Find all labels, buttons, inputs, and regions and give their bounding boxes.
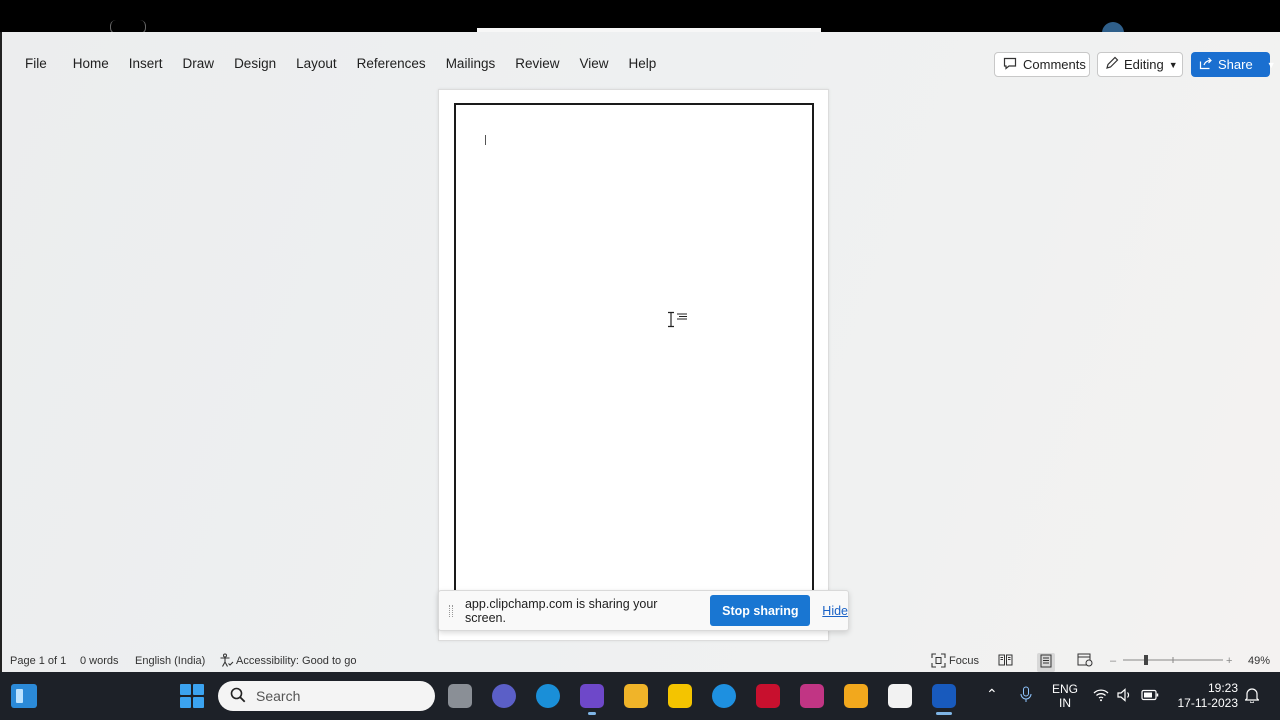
mcafee-icon[interactable]	[756, 684, 780, 708]
read-mode-icon[interactable]	[998, 653, 1013, 670]
status-bar: Page 1 of 1 0 words English (India) Acce…	[2, 650, 1280, 672]
microphone-icon[interactable]	[1019, 686, 1033, 707]
taskbar-search[interactable]: Search	[218, 681, 435, 711]
clipchamp-icon[interactable]	[580, 684, 604, 708]
tab-view[interactable]: View	[569, 56, 618, 71]
chevron-up-icon[interactable]: ⌃	[986, 686, 998, 703]
tab-file[interactable]: File	[15, 56, 57, 71]
share-label: Share	[1218, 57, 1253, 72]
tab-mailings[interactable]: Mailings	[436, 56, 506, 71]
editing-label: Editing	[1124, 57, 1164, 72]
accessibility-status[interactable]: Accessibility: Good to go	[236, 655, 356, 667]
zoom-in-button[interactable]: +	[1226, 655, 1232, 667]
microsoft-store-icon[interactable]	[888, 684, 912, 708]
zoom-out-button[interactable]: –	[1110, 655, 1116, 667]
sharing-message: app.clipchamp.com is sharing your screen…	[464, 596, 658, 625]
pencil-icon	[1105, 56, 1119, 73]
comments-label: Comments	[1023, 57, 1086, 72]
ribbon: File Home Insert Draw Design Layout Refe…	[2, 32, 1280, 88]
volume-icon[interactable]	[1117, 688, 1133, 705]
language-code: ENG	[1052, 682, 1079, 696]
share-icon	[1199, 57, 1213, 73]
language-region: IN	[1059, 696, 1071, 710]
word-count[interactable]: 0 words	[80, 655, 119, 667]
web-layout-icon[interactable]	[1077, 653, 1093, 670]
edge-icon[interactable]	[536, 684, 560, 708]
print-layout-icon[interactable]	[1037, 653, 1055, 672]
page-count[interactable]: Page 1 of 1	[10, 655, 66, 667]
focus-icon	[931, 653, 946, 671]
battery-icon[interactable]	[1141, 689, 1159, 704]
file-explorer-icon[interactable]	[624, 684, 648, 708]
tab-insert[interactable]: Insert	[119, 56, 173, 71]
tab-draw[interactable]: Draw	[173, 56, 225, 71]
input-language[interactable]: ENG IN	[1052, 682, 1078, 710]
hide-link[interactable]: Hide	[822, 604, 848, 618]
comments-button[interactable]: Comments	[994, 52, 1090, 77]
clock-time: 19:23	[1207, 681, 1238, 695]
clock[interactable]: 19:23 17-11-2023	[1172, 681, 1239, 711]
word-window: File Home Insert Draw Design Layout Refe…	[0, 32, 1280, 672]
text-caret	[485, 135, 486, 145]
share-button[interactable]: Share ▼	[1191, 52, 1276, 77]
tab-references[interactable]: References	[347, 56, 436, 71]
tab-home[interactable]: Home	[63, 56, 119, 71]
search-icon	[230, 687, 246, 706]
stop-sharing-button[interactable]: Stop sharing	[710, 595, 811, 626]
tab-review[interactable]: Review	[505, 56, 569, 71]
tab-design[interactable]: Design	[224, 56, 286, 71]
taskbar: Search ⌃ ENG IN 19:23 17-11-2023	[0, 672, 1280, 720]
running-indicator	[588, 712, 596, 715]
widgets-icon[interactable]	[11, 684, 37, 708]
notification-icon[interactable]	[1244, 687, 1260, 706]
editing-mode-button[interactable]: Editing ▼	[1097, 52, 1183, 77]
clock-date: 17-11-2023	[1177, 696, 1239, 710]
tab-help[interactable]: Help	[619, 56, 667, 71]
zoom-level[interactable]: 49%	[1248, 655, 1270, 667]
comment-icon	[1003, 57, 1017, 73]
page-border	[454, 103, 814, 603]
chevron-down-icon[interactable]: ▼	[1267, 60, 1276, 70]
todo-icon[interactable]	[668, 684, 692, 708]
mouse-cursor-icon	[666, 311, 692, 329]
ribbon-tabs: File Home Insert Draw Design Layout Refe…	[15, 56, 666, 71]
chat-icon[interactable]	[492, 684, 516, 708]
instagram-icon[interactable]	[800, 684, 824, 708]
task-view-icon[interactable]	[448, 684, 472, 708]
zoom-slider[interactable]	[1123, 654, 1223, 669]
get-help-icon[interactable]	[712, 684, 736, 708]
wifi-icon[interactable]	[1093, 688, 1109, 705]
chevron-down-icon: ▼	[1168, 59, 1178, 70]
tab-layout[interactable]: Layout	[286, 56, 347, 71]
accessibility-icon	[219, 653, 234, 671]
rewards-icon[interactable]	[844, 684, 868, 708]
title-bar	[0, 0, 1280, 44]
active-app-indicator	[936, 712, 952, 715]
screen-sharing-bar: app.clipchamp.com is sharing your screen…	[438, 590, 849, 631]
word-icon[interactable]	[932, 684, 956, 708]
focus-button[interactable]: Focus	[949, 655, 979, 667]
language-status[interactable]: English (India)	[135, 655, 205, 667]
windows-start-icon[interactable]	[180, 684, 204, 708]
search-placeholder: Search	[256, 688, 301, 704]
drag-handle[interactable]	[449, 604, 453, 617]
